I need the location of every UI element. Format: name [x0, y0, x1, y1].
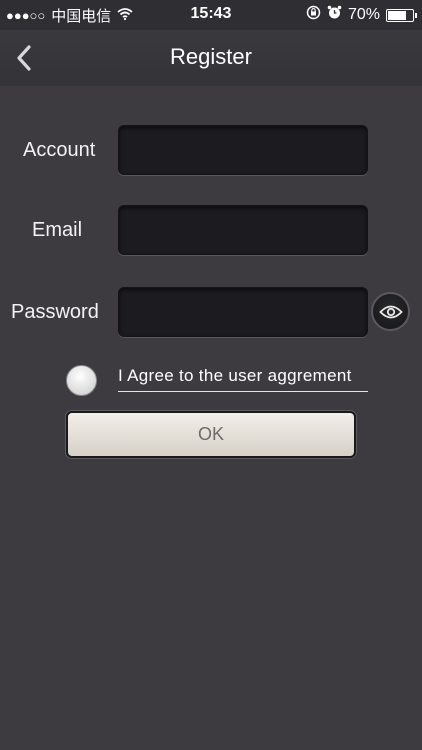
account-label: Account	[23, 139, 96, 161]
status-right: 70%	[306, 5, 417, 25]
alarm-clock-icon	[327, 5, 342, 25]
password-input[interactable]	[118, 287, 368, 337]
battery-percent: 70%	[347, 6, 380, 23]
status-bar: ●●●○○ 中国电信 15:43 70%	[0, 0, 422, 30]
eye-icon	[378, 305, 403, 318]
show-password-button[interactable]	[371, 292, 410, 331]
email-label: Email	[32, 219, 83, 241]
agreement-link[interactable]: I Agree to the user aggrement	[118, 366, 368, 392]
navigation-bar: Register	[0, 30, 422, 86]
ok-button[interactable]: OK	[66, 411, 356, 458]
agree-checkbox[interactable]	[66, 365, 97, 396]
battery-level	[388, 10, 407, 20]
account-input[interactable]	[118, 125, 368, 175]
password-label: Password	[11, 301, 99, 323]
rotation-lock-icon	[306, 5, 321, 25]
battery-icon	[386, 8, 417, 22]
page-title: Register	[170, 44, 252, 69]
email-input[interactable]	[118, 205, 368, 255]
